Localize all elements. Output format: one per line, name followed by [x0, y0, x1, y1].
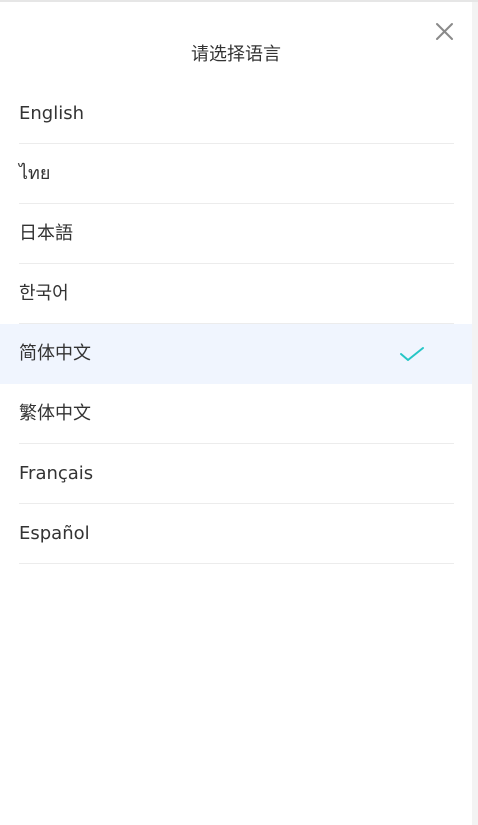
close-button[interactable]	[430, 17, 460, 47]
language-option-korean[interactable]: 한국어	[0, 264, 472, 324]
language-option-thai[interactable]: ไทย	[0, 144, 472, 204]
language-option-french[interactable]: Français	[0, 444, 472, 504]
language-label: 简体中文	[19, 343, 91, 364]
divider	[19, 563, 454, 564]
language-option-english[interactable]: English	[0, 84, 472, 144]
language-label: Español	[19, 523, 90, 544]
language-label: English	[19, 103, 84, 124]
scrollbar-track[interactable]	[472, 2, 478, 825]
language-option-japanese[interactable]: 日本語	[0, 204, 472, 264]
language-label: 繁体中文	[19, 403, 91, 424]
language-option-simplified-chinese[interactable]: 简体中文	[0, 324, 472, 384]
language-option-traditional-chinese[interactable]: 繁体中文	[0, 384, 472, 444]
top-border	[0, 0, 478, 2]
language-list: English ไทย 日本語 한국어 简体中文 繁体中文 Français E…	[0, 84, 472, 564]
close-icon	[436, 23, 453, 40]
language-label: Français	[19, 463, 94, 484]
language-label: 한국어	[19, 283, 69, 304]
modal-title: 请选择语言	[191, 44, 281, 65]
language-select-modal: 请选择语言 English ไทย 日本語 한국어 简体中文 繁体中文 Fran…	[0, 0, 478, 825]
language-label: 日本語	[19, 223, 73, 244]
language-option-spanish[interactable]: Español	[0, 504, 472, 564]
language-label: ไทย	[19, 163, 51, 184]
checkmark-icon	[400, 347, 424, 361]
